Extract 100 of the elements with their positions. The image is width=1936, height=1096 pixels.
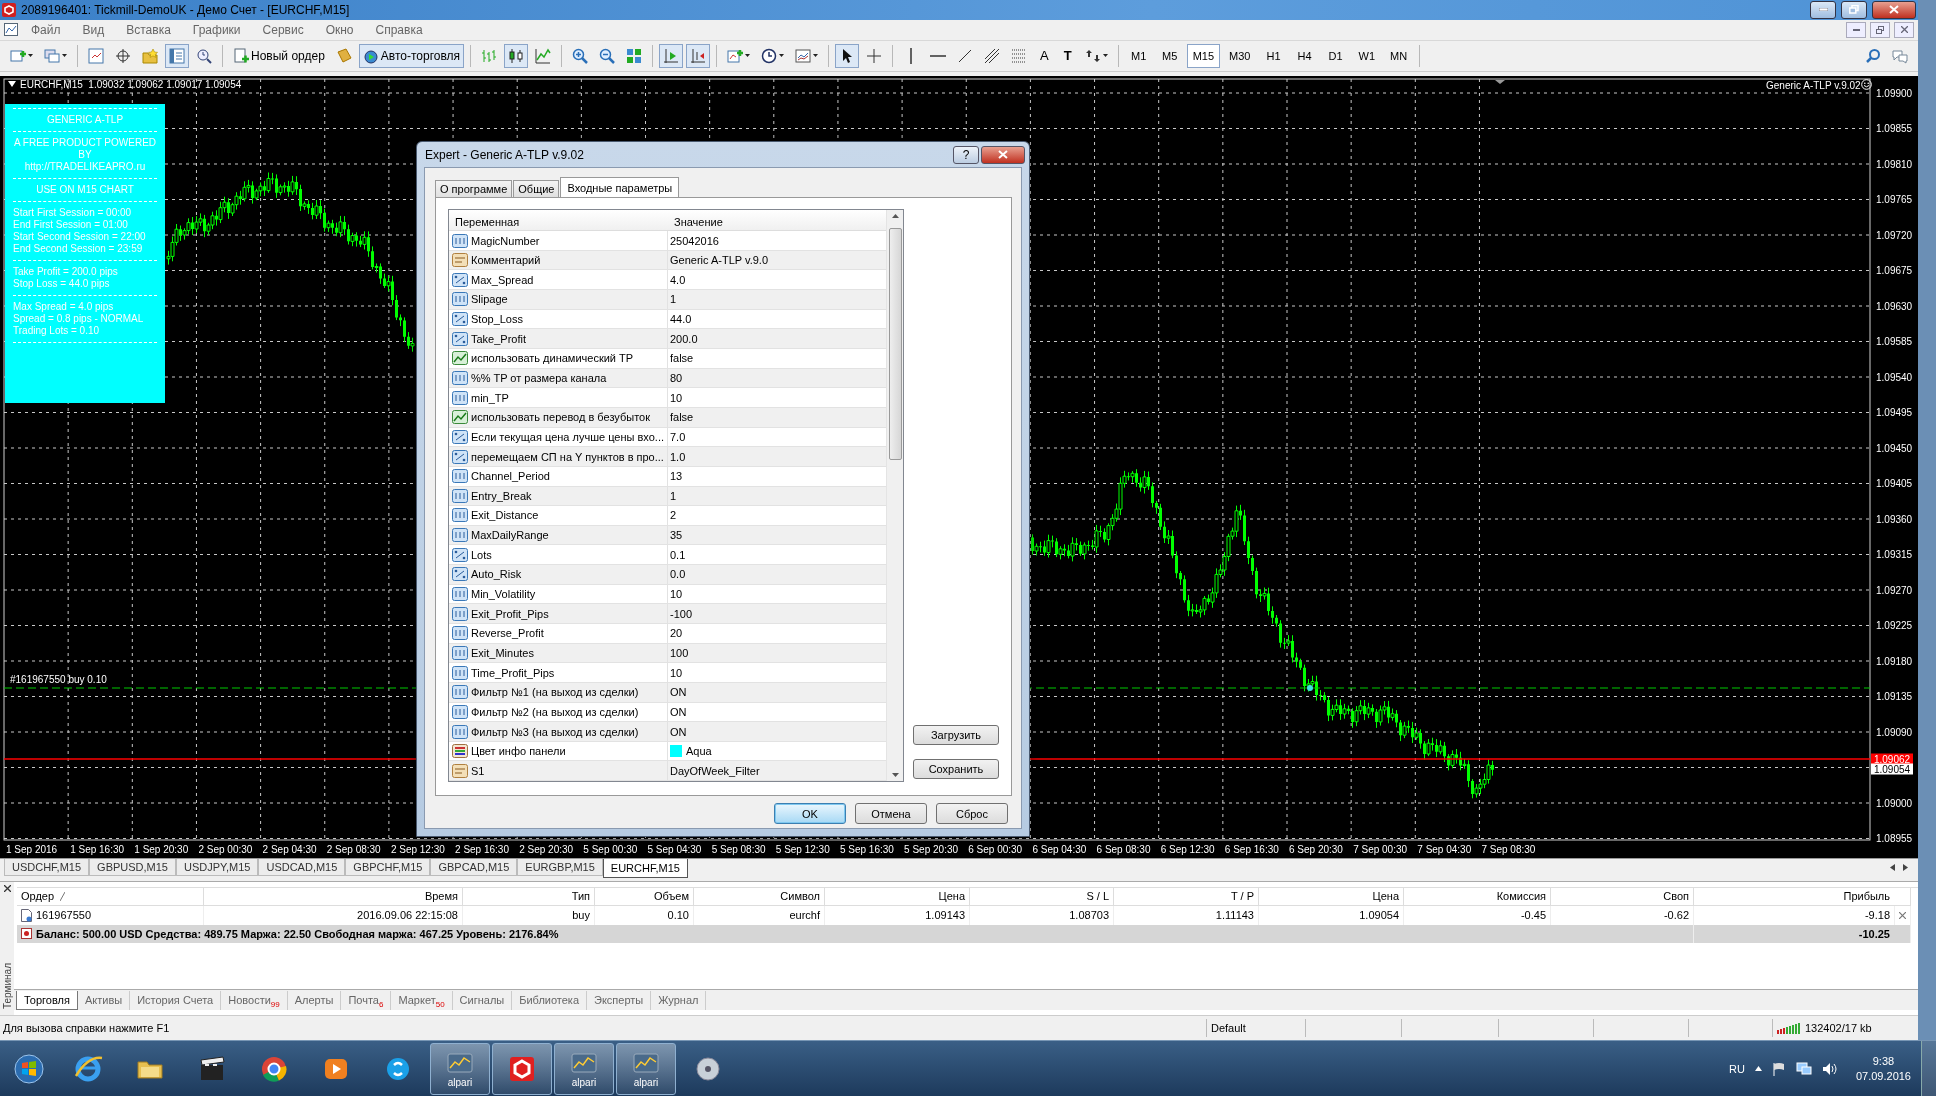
param-value[interactable]: 4.0 [670, 273, 686, 286]
param-value[interactable]: false [670, 352, 694, 365]
param-value[interactable]: 200.0 [670, 332, 698, 345]
network-icon[interactable] [1795, 1061, 1812, 1076]
param-value[interactable]: 10 [670, 391, 683, 404]
column-header[interactable]: Цена [1372, 890, 1399, 903]
scroll-left-icon[interactable] [1890, 863, 1895, 871]
param-value[interactable]: Aqua [686, 745, 712, 758]
param-value[interactable]: 100 [670, 646, 689, 659]
param-value[interactable]: 0.0 [670, 568, 686, 581]
close-icon[interactable] [3, 884, 11, 892]
taskbar-button[interactable]: alpari [430, 1042, 490, 1095]
param-value[interactable]: 80 [670, 372, 683, 384]
play-button[interactable]: Авто-торговля [358, 43, 465, 68]
chart-shift-button[interactable] [686, 43, 711, 68]
column-header[interactable]: Тип [571, 890, 590, 903]
timeframe-button[interactable]: M30 [1223, 43, 1257, 68]
timeframe-button[interactable]: H4 [1290, 43, 1319, 68]
side-button[interactable]: Сохранить [913, 759, 999, 779]
autoscroll-button[interactable] [659, 43, 684, 68]
minimize-button[interactable] [1846, 21, 1866, 38]
chart-tab[interactable]: EURCHF,M15 [602, 858, 688, 878]
param-value[interactable]: false [670, 411, 694, 424]
dialog-button[interactable]: Отмена [855, 803, 927, 824]
terminal-tab[interactable]: История Счета [130, 990, 222, 1010]
text-tool-button[interactable]: A [1034, 43, 1055, 68]
param-value[interactable]: 2 [670, 509, 677, 522]
flag-icon[interactable] [1771, 1061, 1786, 1076]
column-header[interactable]: Время [424, 890, 458, 903]
panel-button[interactable] [165, 43, 189, 68]
language-indicator[interactable]: RU [1729, 1062, 1745, 1075]
document-plus-button[interactable]: Новый ордер [229, 43, 329, 68]
menu-item[interactable]: Вид [73, 20, 114, 39]
terminal-tab[interactable]: Алерты [287, 990, 342, 1010]
taskbar-button[interactable] [492, 1042, 552, 1095]
param-value[interactable]: 1 [670, 489, 677, 502]
clock-date[interactable]: 07.09.2016 [1855, 1070, 1911, 1082]
chart-tab[interactable]: GBPUSD,M15 [89, 858, 176, 876]
menu-item[interactable]: Сервис [253, 20, 313, 39]
param-value[interactable]: ON [670, 725, 687, 738]
close-button[interactable] [1872, 0, 1916, 19]
taskbar-button[interactable]: alpari [616, 1042, 676, 1095]
terminal-tab[interactable]: Сигналы [452, 990, 513, 1010]
minimize-button[interactable] [1810, 0, 1836, 19]
param-value[interactable]: 20 [670, 627, 683, 640]
column-header[interactable]: S / L [1086, 890, 1109, 903]
dialog-button[interactable]: Сброс [936, 803, 1008, 824]
param-value[interactable]: Generic A-TLP v.9.0 [670, 254, 769, 267]
param-value[interactable]: 1 [670, 293, 677, 306]
param-value[interactable]: 10 [670, 588, 683, 601]
dropdown-icon[interactable] [8, 81, 16, 88]
column-header[interactable]: Своп [1663, 890, 1689, 903]
side-button[interactable]: Загрузить [913, 725, 999, 745]
chart-window-icon[interactable] [4, 23, 18, 37]
param-value[interactable]: -100 [670, 607, 693, 620]
menu-item[interactable]: Справка [366, 20, 432, 39]
menu-item[interactable]: Графики [183, 20, 250, 39]
param-value[interactable]: ON [670, 705, 687, 718]
scroll-down-icon[interactable] [891, 773, 899, 777]
timeframe-button[interactable]: D1 [1321, 43, 1350, 68]
column-header[interactable]: Комиссия [1496, 890, 1546, 903]
help-button[interactable]: ? [953, 145, 979, 164]
param-value[interactable]: ON [670, 686, 687, 699]
speaker-icon[interactable] [1821, 1061, 1838, 1076]
column-header[interactable]: Переменная [449, 210, 668, 231]
dialog-tab[interactable]: Входные параметры [560, 177, 680, 197]
chart-tab[interactable]: EURGBP,M15 [517, 858, 603, 876]
chart-tab[interactable]: USDCAD,M15 [258, 858, 346, 876]
menu-item[interactable]: Окно [316, 20, 363, 39]
shift-marker-icon[interactable] [1495, 79, 1505, 84]
column-header[interactable]: Цена [938, 890, 965, 903]
timeframe-button[interactable]: MN [1384, 43, 1414, 68]
column-header[interactable]: T / P [1230, 890, 1254, 903]
chart-tab[interactable]: GBPCAD,M15 [430, 858, 518, 876]
param-value[interactable]: 7.0 [670, 430, 686, 443]
menu-item[interactable]: Файл [22, 20, 70, 39]
terminal-tab[interactable]: Торговля [16, 990, 78, 1010]
chart-tab[interactable]: USDJPY,M15 [176, 858, 259, 876]
scroll-up-icon[interactable] [891, 214, 899, 218]
smiley-icon[interactable] [1861, 78, 1872, 90]
param-value[interactable]: 10 [670, 666, 683, 679]
cursor-button[interactable] [835, 43, 860, 68]
column-header[interactable]: Ордер [21, 890, 55, 903]
timeframe-button[interactable]: M5 [1155, 43, 1184, 68]
order-marker-icon[interactable] [1307, 684, 1313, 691]
terminal-tab[interactable]: Активы [77, 990, 131, 1010]
terminal-tab[interactable]: Журнал [651, 990, 707, 1010]
dialog-tab[interactable]: О программе [435, 180, 513, 197]
param-value[interactable]: 1.0 [670, 450, 686, 463]
restore-button[interactable] [1841, 0, 1867, 19]
terminal-tab[interactable]: Эксперты [587, 990, 652, 1010]
close-button[interactable] [981, 145, 1025, 164]
scroll-right-icon[interactable] [1903, 863, 1908, 871]
timeframe-button[interactable]: H1 [1259, 43, 1288, 68]
taskbar-button[interactable]: alpari [554, 1042, 614, 1095]
param-value[interactable]: 0.1 [670, 548, 686, 561]
dialog-button[interactable]: OK [774, 803, 846, 824]
column-header[interactable]: Прибыль [1843, 890, 1890, 903]
text-tool-button[interactable]: T [1057, 43, 1078, 68]
param-value[interactable]: 35 [670, 529, 683, 542]
